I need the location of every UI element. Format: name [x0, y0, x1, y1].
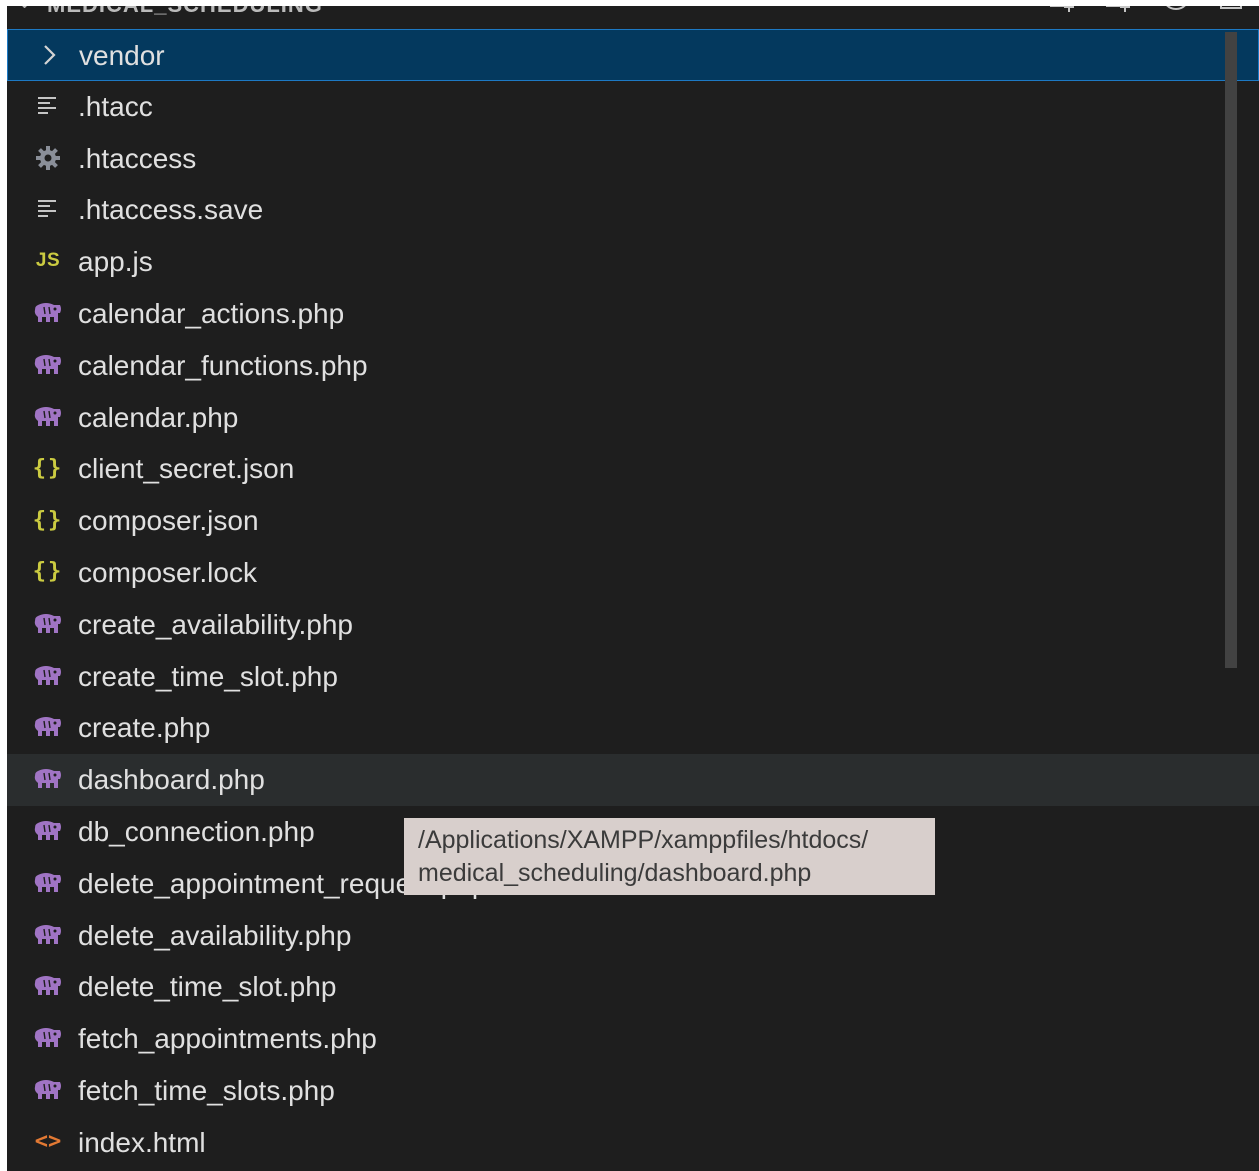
file-item[interactable]: fetch_time_slots.php: [7, 1065, 1259, 1117]
file-tree: vendor .htacc .htaccess .htaccess.save JS app…: [7, 29, 1259, 1169]
tooltip-line-2: medical_scheduling/dashboard.php: [418, 859, 812, 887]
item-label: .htaccess: [78, 142, 197, 174]
json-braces-icon: {}: [32, 559, 64, 585]
php-elephant-icon: [33, 404, 63, 430]
json-braces-icon: {}: [32, 455, 64, 481]
file-item[interactable]: create.php: [7, 702, 1259, 754]
file-item[interactable]: delete_availability.php: [7, 910, 1259, 962]
file-item[interactable]: .htacc: [7, 81, 1259, 133]
file-item[interactable]: {} client_secret.json: [7, 443, 1259, 495]
php-elephant-icon: [33, 1025, 63, 1051]
file-item[interactable]: delete_time_slot.php: [7, 961, 1259, 1013]
item-label: delete_time_slot.php: [78, 971, 337, 1003]
php-elephant-icon: [33, 766, 63, 792]
item-label: app.js: [78, 246, 153, 278]
file-item[interactable]: .htaccess: [7, 133, 1259, 185]
file-item[interactable]: calendar_actions.php: [7, 288, 1259, 340]
file-item[interactable]: .htaccess.save: [7, 184, 1259, 236]
json-braces-icon: {}: [32, 507, 64, 533]
scrollbar[interactable]: [1225, 32, 1237, 668]
item-label: create.php: [78, 712, 211, 744]
refresh-icon[interactable]: [1159, 6, 1193, 16]
new-file-icon[interactable]: [1047, 6, 1081, 16]
item-label: delete_availability.php: [78, 919, 352, 951]
file-item[interactable]: JS app.js: [7, 236, 1259, 288]
collapse-all-icon[interactable]: [1215, 6, 1249, 16]
file-item[interactable]: calendar_functions.php: [7, 340, 1259, 392]
file-explorer: ⌄ MEDICAL_SCHEDULING vendor .htacc .htacce…: [7, 6, 1259, 1171]
item-label: index.html: [78, 1126, 206, 1158]
folder-item[interactable]: vendor: [7, 29, 1259, 81]
item-label: create_availability.php: [78, 608, 353, 640]
folder-title[interactable]: MEDICAL_SCHEDULING: [47, 6, 323, 18]
path-tooltip: /Applications/XAMPP/xamppfiles/htdocs/ m…: [404, 818, 935, 895]
item-label: composer.lock: [78, 556, 257, 588]
header-actions: [1047, 6, 1249, 16]
php-elephant-icon: [33, 922, 63, 948]
item-label: calendar_actions.php: [78, 297, 345, 329]
item-label: calendar.php: [78, 401, 239, 433]
file-item[interactable]: create_time_slot.php: [7, 651, 1259, 703]
item-label: create_time_slot.php: [78, 660, 338, 692]
php-elephant-icon: [33, 714, 63, 740]
item-label: client_secret.json: [78, 453, 295, 485]
php-elephant-icon: [33, 1077, 63, 1103]
js-icon: JS: [35, 250, 61, 272]
php-elephant-icon: [33, 870, 63, 896]
chevron-down-icon[interactable]: ⌄: [17, 6, 32, 13]
new-folder-icon[interactable]: [1103, 6, 1137, 16]
file-item[interactable]: <> index.html: [7, 1117, 1259, 1169]
file-item[interactable]: {} composer.json: [7, 495, 1259, 547]
php-elephant-icon: [33, 973, 63, 999]
php-elephant-icon: [33, 611, 63, 637]
item-label: calendar_functions.php: [78, 349, 368, 381]
text-lines-icon: [33, 196, 63, 222]
item-label: .htacc: [78, 90, 153, 122]
item-label: .htaccess.save: [78, 194, 264, 226]
item-label: fetch_appointments.php: [78, 1023, 377, 1055]
item-label: fetch_time_slots.php: [78, 1074, 335, 1106]
explorer-section-header[interactable]: ⌄ MEDICAL_SCHEDULING: [7, 6, 1259, 18]
file-item[interactable]: dashboard.php: [7, 754, 1259, 806]
item-label: vendor: [79, 40, 165, 71]
item-label: db_connection.php: [78, 815, 315, 847]
php-elephant-icon: [33, 663, 63, 689]
html-brackets-icon: <>: [34, 1129, 62, 1155]
gear-icon: [33, 145, 63, 171]
php-elephant-icon: [33, 352, 63, 378]
file-item[interactable]: create_availability.php: [7, 599, 1259, 651]
file-item[interactable]: {} composer.lock: [7, 547, 1259, 599]
tooltip-line-1: /Applications/XAMPP/xamppfiles/htdocs/: [418, 826, 869, 854]
file-item[interactable]: fetch_appointments.php: [7, 1013, 1259, 1065]
item-label: dashboard.php: [78, 764, 265, 796]
item-label: composer.json: [78, 505, 259, 537]
file-item[interactable]: calendar.php: [7, 392, 1259, 444]
text-lines-icon: [33, 93, 63, 119]
php-elephant-icon: [33, 300, 63, 326]
chevron-right-icon: [34, 42, 64, 68]
php-elephant-icon: [33, 818, 63, 844]
